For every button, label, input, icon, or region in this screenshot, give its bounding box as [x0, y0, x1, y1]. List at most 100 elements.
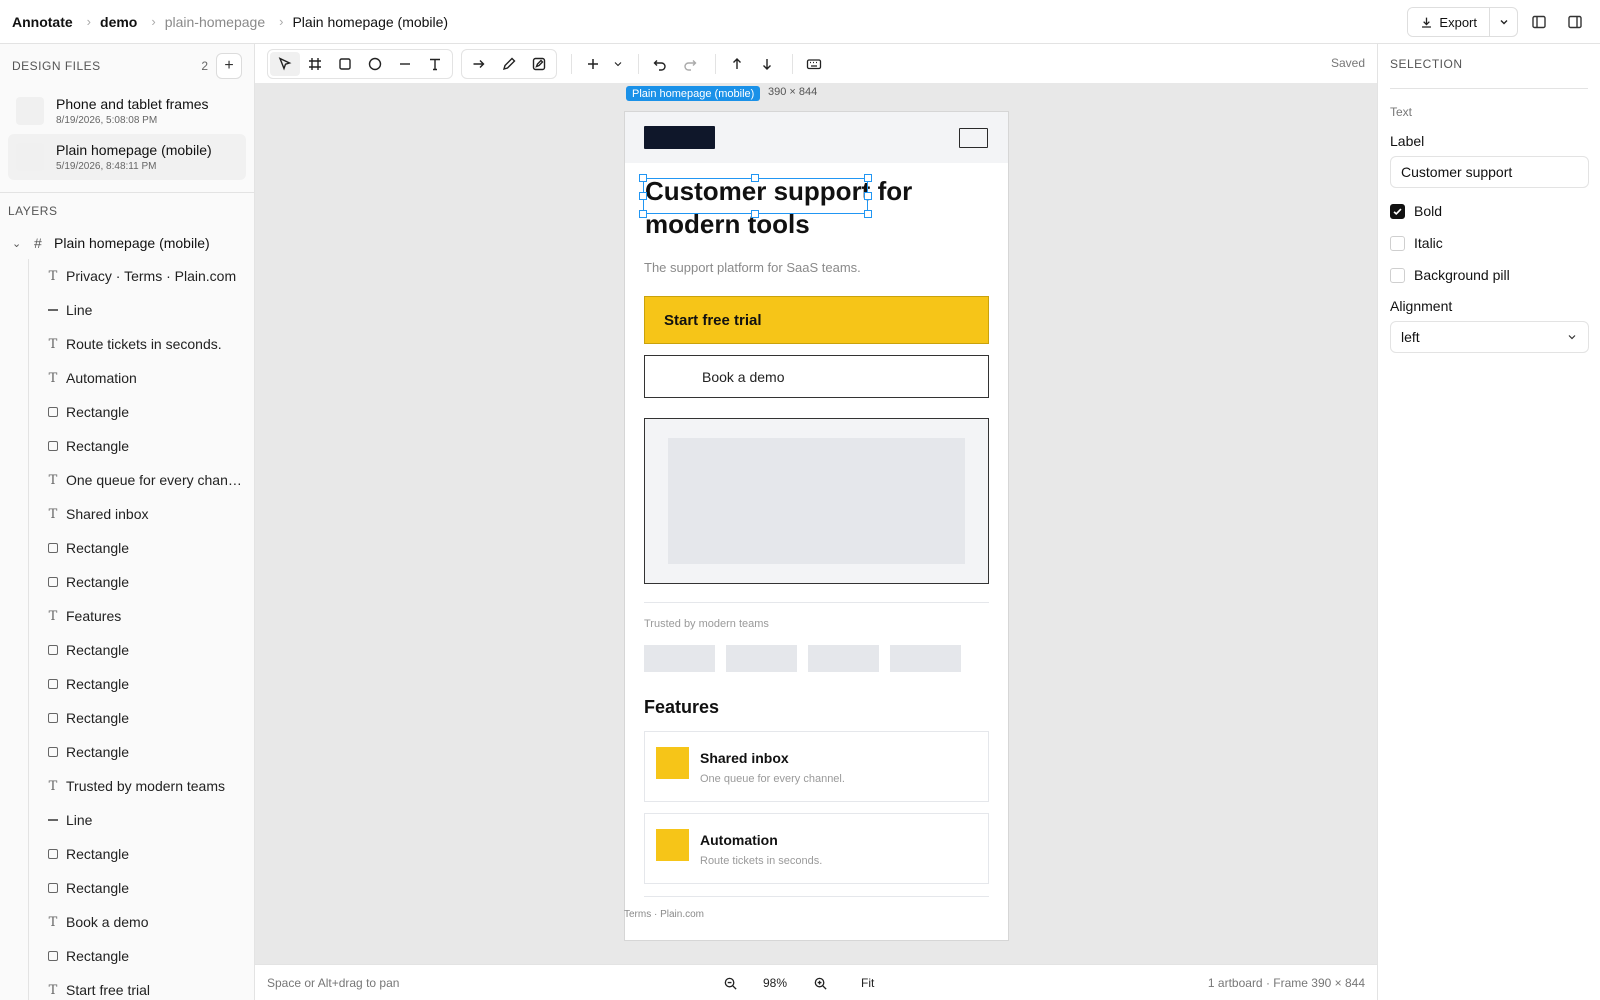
- mock-feature-card[interactable]: Shared inbox One queue for every channel…: [644, 731, 989, 802]
- layer-item[interactable]: Rectangle: [0, 837, 254, 871]
- frame-name-tag[interactable]: Plain homepage (mobile): [626, 86, 761, 101]
- layer-item[interactable]: Rectangle: [0, 871, 254, 905]
- line-tool-button[interactable]: [390, 52, 420, 76]
- breadcrumb-project[interactable]: demo: [100, 14, 137, 30]
- layer-item[interactable]: Rectangle: [0, 633, 254, 667]
- layer-item[interactable]: T Trusted by modern teams: [0, 769, 254, 803]
- mock-partner-logo[interactable]: [644, 645, 715, 672]
- export-button[interactable]: Export: [1408, 8, 1489, 36]
- history-group: [645, 52, 705, 76]
- italic-checkbox-row[interactable]: Italic: [1390, 234, 1588, 252]
- fit-button[interactable]: Fit: [853, 972, 882, 994]
- ellipse-tool-button[interactable]: [360, 52, 390, 76]
- zoom-level[interactable]: 98%: [745, 976, 805, 990]
- select-tool-button[interactable]: [270, 51, 300, 76]
- layer-item[interactable]: Rectangle: [0, 531, 254, 565]
- layer-item[interactable]: Rectangle: [0, 565, 254, 599]
- mock-feature-desc[interactable]: One queue for every channel.: [700, 773, 845, 785]
- mock-partner-logo[interactable]: [890, 645, 961, 672]
- mock-feature-swatch[interactable]: [656, 829, 689, 861]
- layer-item[interactable]: Rectangle: [0, 667, 254, 701]
- app-brand[interactable]: Annotate: [12, 14, 73, 30]
- mock-feature-desc[interactable]: Route tickets in seconds.: [700, 855, 822, 867]
- pointer-icon: [278, 56, 292, 70]
- top-header: Annotate › demo › plain-homepage › Plain…: [0, 0, 1600, 44]
- pill-checkbox-row[interactable]: Background pill: [1390, 266, 1588, 284]
- layer-item[interactable]: Line: [0, 803, 254, 837]
- send-backward-button[interactable]: [752, 52, 782, 76]
- mock-feature-title[interactable]: Shared inbox: [700, 750, 789, 766]
- redo-button[interactable]: [675, 52, 705, 76]
- mock-hero-image[interactable]: [644, 418, 989, 584]
- layer-item[interactable]: Rectangle: [0, 701, 254, 735]
- layer-item[interactable]: T Features: [0, 599, 254, 633]
- export-menu-button[interactable]: [1489, 8, 1517, 36]
- rectangle-tool-button[interactable]: [330, 52, 360, 76]
- chevron-down-icon[interactable]: ⌄: [12, 237, 28, 250]
- mock-hero-inner[interactable]: [668, 438, 965, 564]
- frame-tool-button[interactable]: [300, 52, 330, 76]
- layer-item[interactable]: T Shared inbox: [0, 497, 254, 531]
- layer-item[interactable]: T Start free trial: [0, 973, 254, 1000]
- alignment-select[interactable]: left: [1390, 321, 1589, 353]
- layer-item[interactable]: Rectangle: [0, 735, 254, 769]
- mock-headline[interactable]: Customer support for modern tools: [645, 175, 985, 241]
- undo-button[interactable]: [645, 52, 675, 76]
- mock-menu-box[interactable]: [959, 128, 988, 148]
- mock-logo[interactable]: [644, 126, 715, 149]
- mock-partner-logo[interactable]: [726, 645, 797, 672]
- mock-cta-secondary[interactable]: Book a demo: [644, 355, 989, 398]
- mock-subtitle[interactable]: The support platform for SaaS teams.: [644, 260, 861, 275]
- layer-root[interactable]: ⌄ # Plain homepage (mobile): [0, 227, 254, 259]
- add-file-button[interactable]: +: [216, 53, 242, 79]
- toggle-right-panel-button[interactable]: [1560, 7, 1590, 37]
- mock-footer-divider[interactable]: [644, 896, 989, 897]
- layer-item[interactable]: T Route tickets in seconds.: [0, 327, 254, 361]
- mock-feature-title[interactable]: Automation: [700, 832, 778, 848]
- pencil-icon: [502, 57, 516, 70]
- mock-partner-logo[interactable]: [808, 645, 879, 672]
- text-tool-button[interactable]: [420, 52, 450, 76]
- design-canvas[interactable]: Plain homepage (mobile) 390 × 844 Custom…: [255, 84, 1377, 964]
- mock-cta-primary[interactable]: Start free trial: [644, 296, 989, 344]
- file-item-active[interactable]: Plain homepage (mobile) 5/19/2026, 8:48:…: [8, 134, 246, 180]
- breadcrumb-folder[interactable]: plain-homepage: [165, 14, 265, 30]
- toggle-left-panel-button[interactable]: [1524, 7, 1554, 37]
- layer-item[interactable]: T One queue for every chan…: [0, 463, 254, 497]
- zoom-in-button[interactable]: [805, 971, 835, 995]
- mock-feature-card[interactable]: Automation Route tickets in seconds.: [644, 813, 989, 884]
- italic-checkbox[interactable]: [1390, 235, 1405, 251]
- mock-footer-text[interactable]: Terms · Plain.com: [624, 909, 704, 920]
- mock-trusted-text[interactable]: Trusted by modern teams: [644, 618, 769, 630]
- layer-item[interactable]: T Privacy · Terms · Plain.com: [0, 259, 254, 293]
- artboard-frame[interactable]: Customer support for modern tools The su…: [624, 112, 1008, 940]
- insert-button[interactable]: [578, 52, 608, 76]
- mock-feature-swatch[interactable]: [656, 747, 689, 779]
- layer-list: T Privacy · Terms · Plain.com Line T Route t…: [0, 259, 254, 1000]
- background-pill-label: Background pill: [1414, 267, 1510, 283]
- file-name: Phone and tablet frames: [56, 96, 209, 112]
- plus-icon: [588, 58, 598, 69]
- layer-item[interactable]: Line: [0, 293, 254, 327]
- layer-item[interactable]: T Automation: [0, 361, 254, 395]
- zoom-out-button[interactable]: [715, 971, 745, 995]
- bold-checkbox[interactable]: [1390, 203, 1405, 219]
- export-split-button: Export: [1407, 7, 1518, 37]
- insert-menu-button[interactable]: [608, 52, 628, 76]
- bring-forward-button[interactable]: [722, 52, 752, 76]
- layer-item[interactable]: Rectangle: [0, 429, 254, 463]
- file-item[interactable]: Phone and tablet frames 8/19/2026, 5:08:…: [8, 88, 246, 134]
- pen-tool-button[interactable]: [494, 52, 524, 76]
- arrow-tool-button[interactable]: [464, 52, 494, 76]
- annotate-tool-button[interactable]: [524, 52, 554, 76]
- background-pill-checkbox[interactable]: [1390, 267, 1405, 283]
- bold-checkbox-row[interactable]: Bold: [1390, 202, 1588, 220]
- layer-item[interactable]: Rectangle: [0, 939, 254, 973]
- layer-name: Trusted by modern teams: [66, 778, 225, 794]
- layer-item[interactable]: Rectangle: [0, 395, 254, 429]
- mock-divider[interactable]: [644, 602, 989, 603]
- label-input[interactable]: [1390, 156, 1589, 188]
- layer-item[interactable]: T Book a demo: [0, 905, 254, 939]
- keyboard-shortcuts-button[interactable]: [799, 52, 829, 76]
- mock-features-heading[interactable]: Features: [644, 697, 719, 718]
